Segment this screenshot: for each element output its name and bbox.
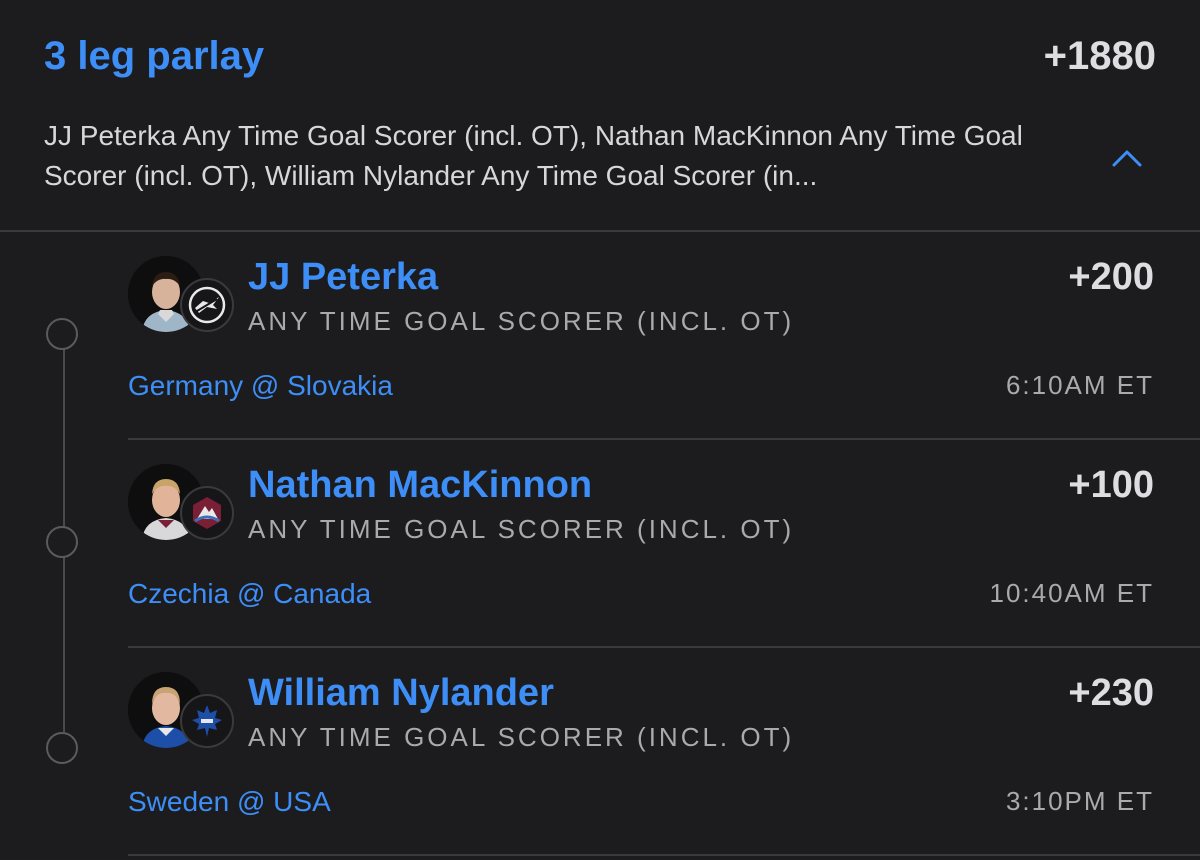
- matchup-link[interactable]: Czechia @ Canada: [128, 578, 371, 610]
- avalanche-logo-icon: [180, 486, 234, 540]
- player-name: William Nylander: [248, 672, 554, 714]
- player-name: JJ Peterka: [248, 256, 439, 298]
- game-time: 3:10PM ET: [1005, 786, 1154, 816]
- leg-divider: [128, 854, 1200, 856]
- parlay-leg[interactable]: William Nylander +230 ANY TIME GOAL SCOR…: [128, 648, 1200, 856]
- maple-leafs-logo-icon: [180, 694, 234, 748]
- parlay-leg[interactable]: Nathan MacKinnon +100 ANY TIME GOAL SCOR…: [128, 440, 1200, 648]
- leg-odds: +100: [1068, 464, 1154, 506]
- timeline-node: [46, 732, 78, 764]
- market-label: ANY TIME GOAL SCORER (INCL. OT): [248, 722, 795, 752]
- matchup-link[interactable]: Germany @ Slovakia: [128, 370, 393, 402]
- game-time: 6:10AM ET: [1005, 370, 1154, 400]
- parlay-odds: +1880: [1043, 34, 1156, 78]
- sabres-logo-icon: [180, 278, 234, 332]
- leg-odds: +200: [1068, 256, 1154, 298]
- market-label: ANY TIME GOAL SCORER (INCL. OT): [248, 514, 795, 544]
- leg-odds: +230: [1068, 672, 1154, 714]
- parlay-description: JJ Peterka Any Time Goal Scorer (incl. O…: [44, 120, 1023, 191]
- collapse-button[interactable]: [1106, 140, 1148, 176]
- chevron-up-icon: [1112, 150, 1142, 167]
- matchup-link[interactable]: Sweden @ USA: [128, 786, 331, 818]
- market-label: ANY TIME GOAL SCORER (INCL. OT): [248, 306, 795, 336]
- parlay-leg[interactable]: JJ Peterka +200 ANY TIME GOAL SCORER (IN…: [128, 232, 1200, 440]
- game-time: 10:40AM ET: [989, 578, 1154, 608]
- parlay-title: 3 leg parlay: [44, 34, 265, 78]
- timeline-node: [46, 318, 78, 350]
- parlay-header[interactable]: 3 leg parlay +1880 JJ Peterka Any Time G…: [0, 0, 1200, 230]
- player-name: Nathan MacKinnon: [248, 464, 593, 506]
- timeline-node: [46, 526, 78, 558]
